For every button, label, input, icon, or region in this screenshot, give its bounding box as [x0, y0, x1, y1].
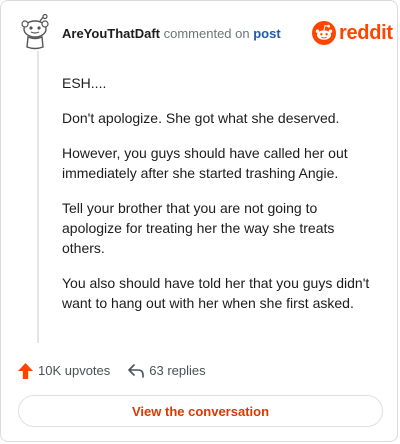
replies-button[interactable]: 63 replies — [127, 362, 206, 380]
reply-count: 63 replies — [149, 363, 206, 378]
comment-paragraph: You also should have told her that you g… — [62, 275, 370, 311]
post-link[interactable]: post — [253, 26, 280, 41]
reddit-wordmark: reddit — [339, 22, 393, 44]
comment-paragraph: Don't apologize. She got what she deserv… — [62, 110, 340, 126]
view-conversation-button[interactable]: View the conversation — [18, 395, 383, 427]
snoo-avatar-icon — [21, 14, 49, 50]
embedded-comment-card: AreYouThatDaft commented on post reddit … — [0, 0, 398, 442]
comment-paragraph: Tell your brother that you are not going… — [62, 200, 335, 256]
thread-line — [37, 51, 39, 343]
upvote-button[interactable]: 10K upvotes — [17, 362, 110, 380]
upvote-arrow-icon — [18, 363, 33, 379]
comment-body: ESH.... Don't apologize. She got what sh… — [62, 73, 380, 328]
comment-paragraph: ESH.... — [62, 75, 107, 91]
upvote-count: 10K upvotes — [38, 363, 111, 378]
reddit-alien-icon — [312, 21, 336, 45]
comment-header: AreYouThatDaft commented on post — [62, 26, 281, 42]
action-text: commented on — [163, 26, 250, 41]
reddit-logo[interactable]: reddit — [312, 21, 393, 45]
comment-actions: 10K upvotes 63 replies — [17, 362, 206, 380]
comment-paragraph: However, you guys should have called her… — [62, 145, 348, 181]
username-link[interactable]: AreYouThatDaft — [62, 26, 160, 41]
reply-arrow-icon — [128, 364, 145, 378]
